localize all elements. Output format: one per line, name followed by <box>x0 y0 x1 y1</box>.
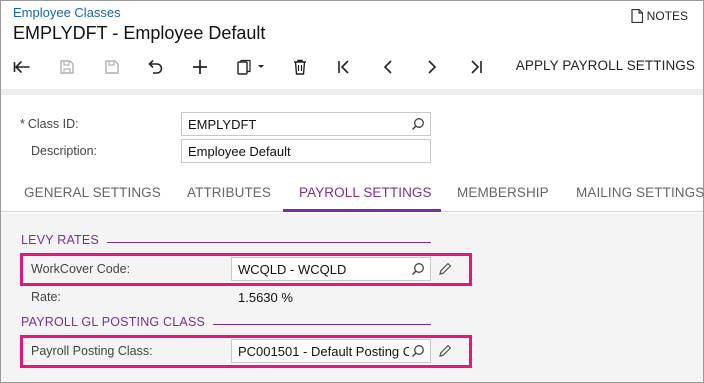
levy-rates-divider <box>107 242 431 243</box>
previous-record-button[interactable] <box>375 54 401 80</box>
description-label: Description: <box>31 144 97 158</box>
save-button[interactable] <box>99 54 125 80</box>
search-icon[interactable] <box>409 344 425 361</box>
tab-payroll-settings[interactable]: PAYROLL SETTINGS <box>299 185 432 200</box>
first-record-button[interactable] <box>331 54 357 80</box>
delete-button[interactable] <box>287 54 313 80</box>
last-record-button[interactable] <box>463 54 489 80</box>
toolbar: APPLY PAYROLL SETTINGS <box>0 52 704 82</box>
last-record-icon <box>469 60 483 74</box>
tab-mailing-settings[interactable]: MAILING SETTINGS <box>576 185 704 200</box>
workcover-code-value: WCQLD - WCQLD <box>238 262 347 277</box>
undo-icon <box>146 59 164 75</box>
copy-paste-button[interactable] <box>232 54 270 80</box>
notes-button[interactable]: NOTES <box>631 9 688 23</box>
copy-paste-icon <box>236 59 266 75</box>
rate-label: Rate: <box>31 290 61 304</box>
search-icon[interactable] <box>411 262 425 279</box>
required-mark: * <box>20 117 25 131</box>
workcover-code-field[interactable]: WCQLD - WCQLD <box>231 257 431 281</box>
notes-label: NOTES <box>646 9 688 23</box>
page-title: EMPLYDFT - Employee Default <box>13 23 266 43</box>
next-record-icon <box>425 60 439 74</box>
class-id-label: * Class ID: <box>20 117 79 131</box>
edit-pencil-icon[interactable] <box>438 344 452 363</box>
gl-posting-class-divider <box>213 324 431 325</box>
tab-general-settings[interactable]: GENERAL SETTINGS <box>24 185 161 200</box>
save-icon <box>104 59 120 75</box>
previous-record-icon <box>381 60 395 74</box>
edit-pencil-icon[interactable] <box>438 262 452 281</box>
class-id-label-text: Class ID: <box>27 117 79 131</box>
tab-membership[interactable]: MEMBERSHIP <box>457 185 549 200</box>
tab-bar: GENERAL SETTINGS ATTRIBUTES PAYROLL SETT… <box>1 174 704 212</box>
gl-posting-class-heading: PAYROLL GL POSTING CLASS <box>21 315 206 329</box>
save-close-button[interactable] <box>54 54 80 80</box>
note-icon <box>631 9 643 23</box>
description-field[interactable]: Employee Default <box>181 139 431 163</box>
class-id-field[interactable]: EMPLYDFT <box>181 112 431 136</box>
tab-attributes[interactable]: ATTRIBUTES <box>187 185 271 200</box>
first-record-icon <box>337 60 351 74</box>
apply-payroll-settings-button[interactable]: APPLY PAYROLL SETTINGS <box>516 58 695 73</box>
next-record-button[interactable] <box>419 54 445 80</box>
payroll-posting-class-field[interactable]: PC001501 - Default Posting C <box>231 339 431 363</box>
save-close-icon <box>59 59 75 75</box>
delete-icon <box>293 59 307 75</box>
payroll-posting-class-value: PC001501 - Default Posting C <box>238 344 413 359</box>
back-button[interactable] <box>9 54 35 80</box>
workcover-code-label: WorkCover Code: <box>31 262 131 276</box>
payroll-posting-class-label: Payroll Posting Class: <box>31 344 153 358</box>
back-arrow-icon <box>13 60 31 74</box>
add-button[interactable] <box>187 54 213 80</box>
levy-rates-heading: LEVY RATES <box>21 233 99 247</box>
active-tab-indicator <box>283 209 441 212</box>
breadcrumb[interactable]: Employee Classes <box>13 5 121 20</box>
undo-button[interactable] <box>142 54 168 80</box>
header-separator <box>1 89 703 95</box>
description-value: Employee Default <box>188 144 291 159</box>
class-id-value: EMPLYDFT <box>188 117 257 132</box>
add-icon <box>192 59 208 75</box>
rate-value: 1.5630 % <box>238 290 293 305</box>
search-icon[interactable] <box>411 117 425 134</box>
